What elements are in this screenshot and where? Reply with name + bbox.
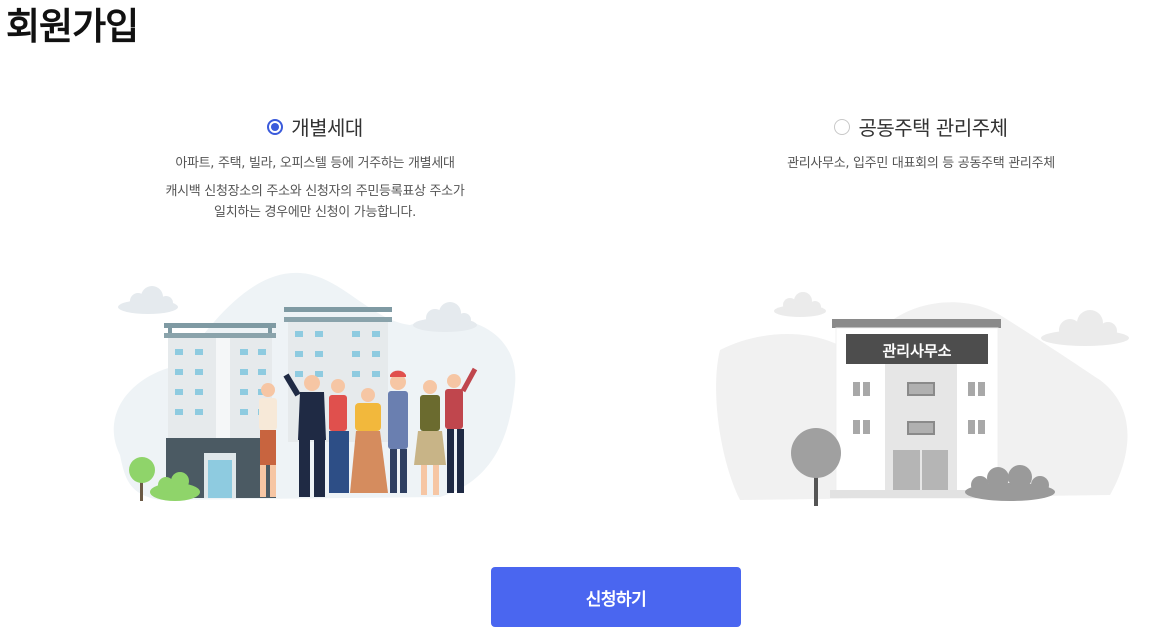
office-building-icon: 관리사무소 (830, 319, 1005, 499)
option-description: 아파트, 주택, 빌라, 오피스텔 등에 거주하는 개별세대 (175, 156, 455, 171)
option-label: 개별세대 (291, 116, 363, 140)
cloud-icon (118, 286, 178, 314)
option-description: 관리사무소, 입주민 대표회의 등 공동주택 관리주체 (787, 156, 1055, 171)
office-sign: 관리사무소 (882, 342, 951, 360)
option-apartment-management: 공동주택 관리주체 관리사무소, 입주민 대표회의 등 공동주택 관리주체 (711, 112, 1131, 173)
apply-button[interactable]: 신청하기 (491, 567, 741, 627)
management-office-illustration[interactable]: 관리사무소 (710, 290, 1140, 515)
option-note-line: 캐시백 신청장소의 주소와 신청자의 주민등록표상 주소가 (165, 184, 465, 199)
radio-apartment-management[interactable]: 공동주택 관리주체 (711, 112, 1131, 141)
page-title: 회원가입 (6, 5, 139, 48)
cloud-icon (413, 302, 477, 332)
option-note-line: 일치하는 경우에만 신청이 가능합니다. (214, 205, 416, 220)
radio-button-checked[interactable] (267, 118, 284, 135)
radio-individual-household[interactable]: 개별세대 (105, 112, 525, 141)
cloud-icon (1041, 310, 1129, 346)
radio-button-unchecked[interactable] (834, 118, 851, 135)
household-illustration[interactable] (100, 265, 520, 510)
cloud-icon (774, 292, 826, 317)
option-individual-household: 개별세대 아파트, 주택, 빌라, 오피스텔 등에 거주하는 개별세대 캐시백 … (105, 112, 525, 223)
option-label: 공동주택 관리주체 (858, 116, 1008, 140)
option-note: 캐시백 신청장소의 주소와 신청자의 주민등록표상 주소가 일치하는 경우에만 … (105, 181, 525, 223)
